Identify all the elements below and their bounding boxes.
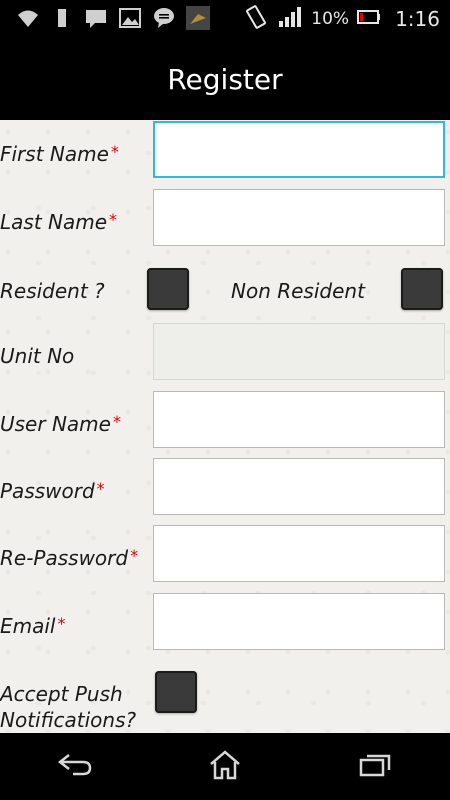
re-password-label: Re-Password * <box>0 546 139 570</box>
password-input[interactable] <box>154 459 444 514</box>
recent-apps-button[interactable] <box>345 742 405 792</box>
back-button[interactable] <box>45 742 105 792</box>
clock: 1:16 <box>395 7 440 31</box>
resident-checkbox[interactable] <box>147 268 189 310</box>
email-field[interactable] <box>153 593 445 650</box>
push-notifications-checkbox[interactable] <box>155 671 197 713</box>
user-name-input[interactable] <box>154 392 444 447</box>
home-icon <box>208 749 242 784</box>
last-name-input[interactable] <box>154 190 444 245</box>
sms-icon <box>84 6 108 30</box>
chat-icon <box>152 6 176 30</box>
password-field[interactable] <box>153 458 445 515</box>
back-icon <box>57 753 93 781</box>
first-name-field[interactable] <box>153 121 445 178</box>
re-password-field[interactable] <box>153 525 445 582</box>
register-form: First Name * Last Name * Resident ? Non Re… <box>0 120 450 733</box>
password-label: Password * <box>0 479 105 503</box>
signal-icon <box>277 5 303 33</box>
user-name-label: User Name * <box>0 412 121 436</box>
email-label: Email * <box>0 614 66 638</box>
unit-no-label: Unit No <box>0 344 75 368</box>
vibrate-icon <box>243 5 269 33</box>
email-input[interactable] <box>154 594 444 649</box>
unit-no-field[interactable] <box>153 323 445 380</box>
navigation-bar <box>0 733 450 800</box>
last-name-label: Last Name * <box>0 210 118 234</box>
user-name-field[interactable] <box>153 391 445 448</box>
unit-no-input[interactable] <box>154 324 444 379</box>
image-icon <box>118 6 142 30</box>
resident-label: Resident ? <box>0 279 105 303</box>
status-bar: 10% 1:16 <box>0 0 450 38</box>
non-resident-label: Non Resident <box>231 279 365 303</box>
page-title: Register <box>167 62 283 96</box>
first-name-input[interactable] <box>155 123 443 176</box>
push-notifications-label: Accept Push Notifications? <box>0 682 137 732</box>
first-name-label: First Name * <box>0 142 119 166</box>
app-icon <box>186 6 210 30</box>
battery-icon <box>357 9 381 29</box>
battery-percent: 10% <box>311 9 350 29</box>
home-button[interactable] <box>195 742 255 792</box>
re-password-input[interactable] <box>154 526 444 581</box>
wifi-icon <box>16 6 40 30</box>
usb-icon <box>50 6 74 30</box>
last-name-field[interactable] <box>153 189 445 246</box>
non-resident-checkbox[interactable] <box>401 268 443 310</box>
recent-apps-icon <box>358 752 392 782</box>
action-bar: Register <box>0 38 450 120</box>
